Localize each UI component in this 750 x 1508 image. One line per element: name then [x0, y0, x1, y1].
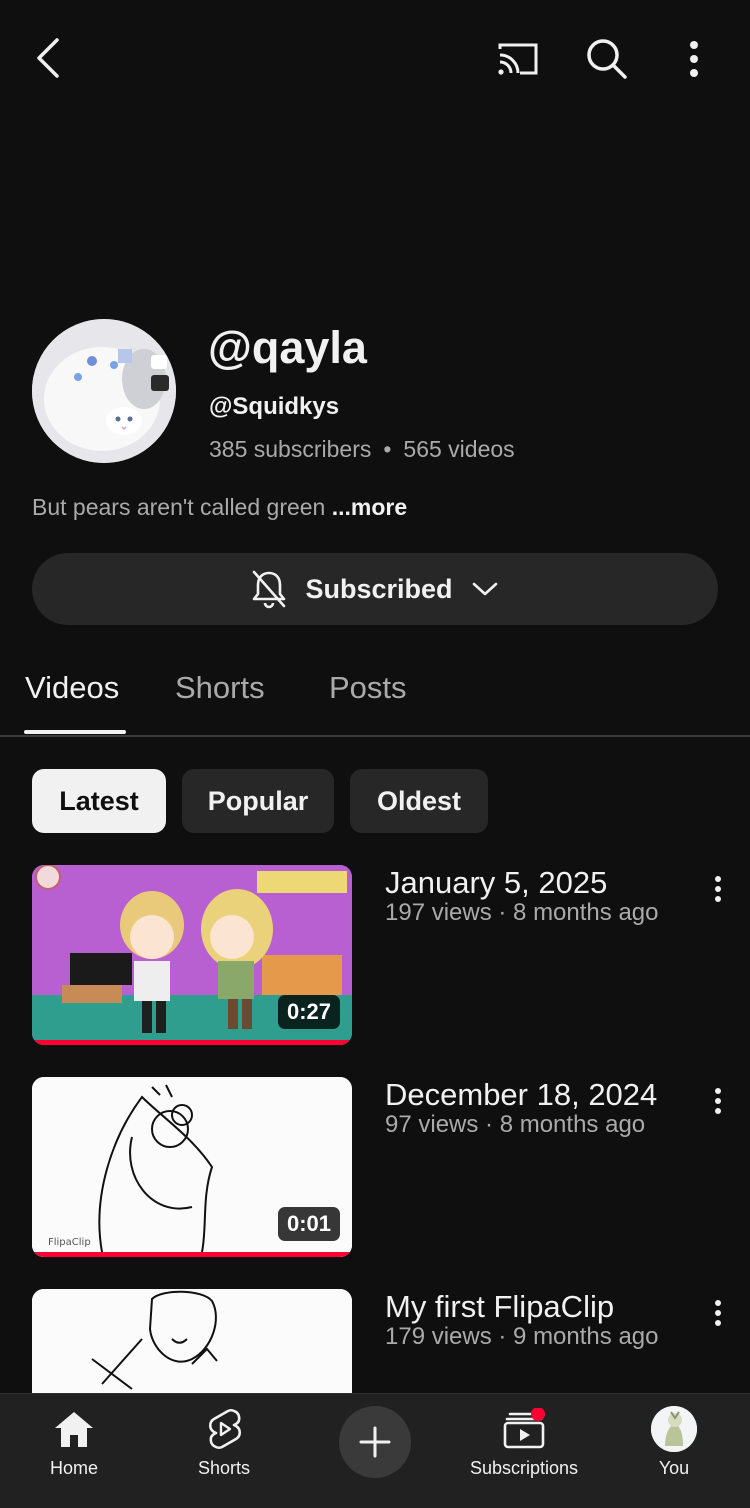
nav-shorts-label: Shorts [197, 1458, 251, 1478]
create-button[interactable] [339, 1406, 411, 1478]
video-item[interactable]: FlipaClip 0:01 December 18, 2024 97 view… [0, 1077, 750, 1259]
bottom-navigation: Home Shorts Subscriptions You [0, 1393, 750, 1508]
search-icon [587, 39, 627, 79]
more-link[interactable]: ...more [332, 494, 407, 520]
video-meta: 197 views · 8 months ago [385, 899, 659, 926]
video-title[interactable]: December 18, 2024 [385, 1077, 657, 1113]
more-vertical-icon [715, 1088, 721, 1114]
avatar-image [32, 319, 176, 463]
more-vertical-icon [715, 876, 721, 902]
channel-stats: 385 subscribers • 565 videos [209, 436, 515, 463]
top-app-bar [0, 0, 750, 120]
svg-text:FlipaClip: FlipaClip [48, 1237, 91, 1248]
channel-handle: @Squidkys [209, 393, 340, 420]
search-button[interactable] [580, 32, 634, 86]
you-avatar [651, 1406, 697, 1452]
filter-chip-popular[interactable]: Popular [182, 769, 334, 833]
nav-subscriptions-label: Subscriptions [469, 1458, 579, 1478]
cast-button[interactable] [490, 34, 546, 84]
plus-icon [359, 1426, 391, 1458]
tab-videos[interactable]: Videos [25, 670, 119, 706]
video-item[interactable]: 0:27 January 5, 2025 197 views · 8 month… [0, 865, 750, 1047]
watch-progress-bar [32, 1040, 352, 1045]
more-vertical-icon [715, 1300, 721, 1326]
nav-shorts[interactable]: Shorts [180, 1394, 268, 1508]
video-meta: 179 views · 9 months ago [385, 1323, 659, 1350]
filter-chip-latest[interactable]: Latest [32, 769, 166, 833]
nav-home[interactable]: Home [34, 1394, 114, 1508]
video-action-menu-button[interactable] [700, 869, 736, 909]
subscribed-button[interactable]: Subscribed [32, 553, 718, 625]
video-duration: 0:01 [277, 1207, 340, 1241]
cast-icon [498, 43, 538, 75]
video-action-menu-button[interactable] [700, 1081, 736, 1121]
video-title[interactable]: My first FlipaClip [385, 1289, 614, 1325]
filter-chip-oldest[interactable]: Oldest [350, 769, 488, 833]
video-thumbnail[interactable] [32, 1289, 352, 1393]
avatar-image [651, 1406, 697, 1452]
nav-subscriptions[interactable]: Subscriptions [454, 1394, 594, 1508]
home-icon [55, 1412, 93, 1447]
tab-shorts[interactable]: Shorts [175, 670, 265, 706]
stats-separator: • [383, 436, 392, 462]
channel-tabs: Videos Shorts Posts [0, 648, 750, 737]
watch-progress-bar [32, 1252, 352, 1257]
thumbnail-image [32, 1289, 352, 1393]
nav-you-label: You [658, 1458, 690, 1478]
description-text: But pears aren't called green [32, 494, 326, 520]
subscriptions-icon [503, 1408, 545, 1449]
chevron-down-icon [472, 582, 497, 596]
video-thumbnail[interactable]: 0:27 [32, 865, 352, 1045]
active-tab-indicator [24, 730, 126, 734]
shorts-icon [208, 1408, 242, 1450]
channel-name: @qayla [208, 322, 367, 373]
subscribed-label: Subscribed [305, 573, 453, 604]
nav-you[interactable]: You [634, 1394, 714, 1508]
channel-description[interactable]: But pears aren't called green ...more [32, 494, 407, 521]
video-item[interactable]: My first FlipaClip 179 views · 9 months … [0, 1289, 750, 1393]
more-options-button[interactable] [672, 32, 716, 86]
video-duration: 0:27 [277, 995, 340, 1029]
back-button[interactable] [22, 30, 74, 86]
video-title[interactable]: January 5, 2025 [385, 865, 607, 901]
video-thumbnail[interactable]: FlipaClip 0:01 [32, 1077, 352, 1257]
video-action-menu-button[interactable] [700, 1293, 736, 1333]
channel-avatar[interactable] [32, 319, 176, 463]
nav-home-label: Home [49, 1458, 98, 1478]
tab-posts[interactable]: Posts [329, 670, 407, 706]
more-vertical-icon [690, 41, 698, 77]
subscriber-count: 385 subscribers [209, 436, 372, 462]
bell-off-icon [253, 570, 286, 609]
video-count: 565 videos [403, 436, 515, 462]
video-meta: 97 views · 8 months ago [385, 1111, 646, 1138]
chevron-left-icon [37, 38, 59, 78]
